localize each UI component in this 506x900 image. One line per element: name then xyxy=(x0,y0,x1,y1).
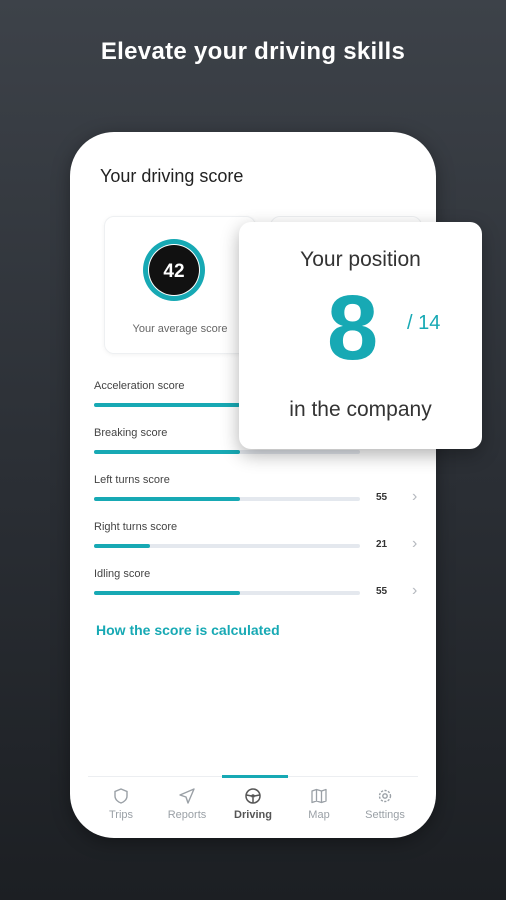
nav-label: Reports xyxy=(167,809,207,821)
score-bar-fill xyxy=(94,450,241,454)
chevron-right-icon[interactable]: › xyxy=(412,535,417,553)
score-bar-track xyxy=(94,497,360,501)
average-score-value: 42 xyxy=(163,261,184,282)
nav-label: Driving xyxy=(234,809,272,821)
score-bar-track xyxy=(94,591,360,595)
nav-label: Settings xyxy=(365,809,405,821)
position-card: Your position 8 / 14 in the company xyxy=(239,222,482,449)
score-value: 55 xyxy=(376,586,388,597)
nav-label: Trips xyxy=(108,809,134,821)
score-value: 21 xyxy=(376,539,388,550)
position-title: Your position xyxy=(300,248,421,271)
score-bar-fill xyxy=(94,403,241,407)
nav-item-settings[interactable]: Settings xyxy=(352,787,418,821)
score-label: Acceleration score xyxy=(94,380,185,392)
position-total: / 14 xyxy=(407,312,441,334)
map-icon xyxy=(311,788,327,804)
gear-icon xyxy=(378,789,392,803)
score-value: 55 xyxy=(376,492,388,503)
headline: Elevate your driving skills xyxy=(100,38,406,65)
shield-icon xyxy=(114,788,128,804)
score-row-idling[interactable]: Idling score 55 › xyxy=(94,568,424,608)
nav-item-driving[interactable]: Driving xyxy=(220,787,286,821)
score-bar-fill xyxy=(94,591,241,595)
steering-wheel-icon xyxy=(245,788,261,804)
nav-item-trips[interactable]: Trips xyxy=(88,787,154,821)
average-score-label: Your average score xyxy=(132,323,228,335)
score-bar-track xyxy=(94,544,360,548)
score-row-left-turns[interactable]: Left turns score 55 › xyxy=(94,474,424,514)
score-bar-track xyxy=(94,450,360,454)
average-score-card[interactable]: 42 Your average score xyxy=(104,216,256,354)
nav-label: Map xyxy=(308,809,330,821)
nav-item-map[interactable]: Map xyxy=(286,787,352,821)
score-label: Right turns score xyxy=(94,521,178,533)
active-tab-indicator xyxy=(222,775,288,778)
score-bar-fill xyxy=(94,497,241,501)
nav-item-reports[interactable]: Reports xyxy=(154,787,220,821)
average-score-gauge: 42 xyxy=(143,239,205,301)
score-label: Idling score xyxy=(94,568,151,580)
screen-title: Your driving score xyxy=(100,166,244,186)
chevron-right-icon[interactable]: › xyxy=(412,582,417,600)
position-number: 8 xyxy=(327,277,379,379)
score-label: Breaking score xyxy=(94,427,168,439)
chevron-right-icon[interactable]: › xyxy=(412,488,417,506)
score-label: Left turns score xyxy=(94,474,170,486)
score-row-right-turns[interactable]: Right turns score 21 › xyxy=(94,521,424,561)
send-icon xyxy=(179,788,195,804)
position-subtitle: in the company xyxy=(289,398,432,421)
score-bar-fill xyxy=(94,544,150,548)
how-score-calculated-link[interactable]: How the score is calculated xyxy=(96,622,280,638)
bottom-nav: Trips Reports Driving Map Settings xyxy=(88,775,418,838)
